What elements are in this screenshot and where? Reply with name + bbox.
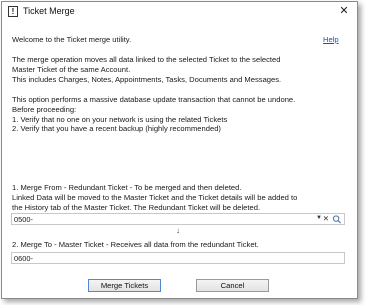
arrow-down-icon: ↓: [176, 226, 180, 235]
welcome-text: Welcome to the Ticket merge utility.: [12, 35, 132, 44]
merge-from-line: the History tab of the Master Ticket. Th…: [12, 202, 261, 212]
merge-description: The merge operation moves all data linke…: [12, 55, 281, 84]
warning-line: Before proceeding:: [12, 104, 77, 114]
merge-from-ticket-value: 0500-: [14, 215, 33, 224]
cancel-button[interactable]: Cancel: [196, 279, 269, 292]
title-bar: ! Ticket Merge ✕: [2, 2, 357, 22]
warning-text: This option performs a massive database …: [12, 95, 295, 134]
merge-from-line: 1. Merge From - Redundant Ticket - To be…: [12, 183, 242, 192]
warning-line: This option performs a massive database …: [12, 95, 296, 104]
description-line: Master Ticket of the same Account.: [12, 64, 131, 74]
merge-to-ticket-value: 0600-: [14, 254, 33, 263]
merge-to-ticket-field[interactable]: 0600-: [11, 252, 345, 264]
window-title: Ticket Merge: [23, 6, 75, 16]
merge-to-label: 2. Merge To - Master Ticket - Receives a…: [12, 240, 259, 249]
clear-icon[interactable]: ✕: [323, 214, 329, 223]
search-icon[interactable]: [332, 215, 342, 224]
warning-line: 2. Verify that you have a recent backup …: [12, 124, 221, 134]
merge-from-ticket-field[interactable]: 0500- ▼ ✕: [11, 213, 345, 225]
merge-from-line: Linked Data will be moved to the Master …: [12, 192, 298, 202]
help-link[interactable]: Help: [323, 35, 339, 44]
merge-from-label: 1. Merge From - Redundant Ticket - To be…: [12, 183, 297, 212]
merge-tickets-button[interactable]: Merge Tickets: [88, 279, 161, 292]
warning-line: 1. Verify that no one on your network is…: [12, 114, 228, 124]
info-window-icon: !: [8, 6, 18, 17]
ticket-merge-dialog: ! Ticket Merge ✕ Welcome to the Ticket m…: [1, 1, 358, 299]
chevron-down-icon[interactable]: ▼: [316, 215, 322, 221]
description-line: This includes Charges, Notes, Appointmen…: [12, 74, 282, 84]
close-icon[interactable]: ✕: [337, 4, 351, 18]
description-line: The merge operation moves all data linke…: [12, 55, 281, 64]
